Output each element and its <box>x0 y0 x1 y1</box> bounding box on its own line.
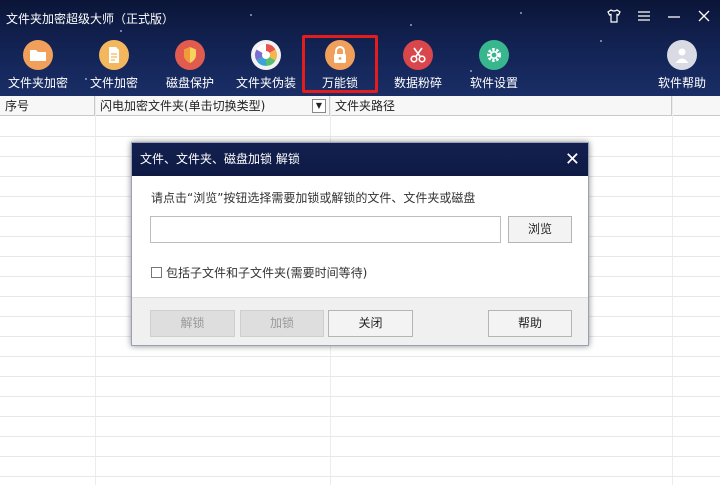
column-header-index[interactable]: 序号 <box>0 96 95 116</box>
lock-unlock-dialog: 文件、文件夹、磁盘加锁 解锁 ✕ 请点击“浏览”按钮选择需要加锁或解锁的文件、文… <box>131 142 589 346</box>
toolbar-label: 文件夹加密 <box>7 76 68 90</box>
user-icon <box>667 40 697 70</box>
grid-row-divider <box>0 136 720 137</box>
grid-row-divider <box>0 396 720 397</box>
dialog-body: 请点击“浏览”按钮选择需要加锁或解锁的文件、文件夹或磁盘 浏览 包括子文件和子文… <box>132 176 588 297</box>
include-subfolders-checkbox[interactable]: 包括子文件和子文件夹(需要时间等待) <box>151 264 367 281</box>
lock-button[interactable]: 加锁 <box>240 310 324 337</box>
toolbar-universal-lock[interactable]: 万能锁 <box>302 35 378 93</box>
toolbar-settings[interactable]: 软件设置 <box>456 40 532 91</box>
toolbar-label: 数据粉碎 <box>393 76 442 90</box>
disguise-icon <box>251 40 281 70</box>
grid-header: 序号 闪电加密文件夹(单击切换类型) ▼ 文件夹路径 <box>0 96 720 116</box>
chevron-down-icon[interactable]: ▼ <box>312 99 326 113</box>
toolbar-disk-protect[interactable]: 磁盘保护 <box>152 40 228 91</box>
menu-icon[interactable] <box>636 8 652 28</box>
padlock-icon <box>325 40 355 70</box>
toolbar-data-shred[interactable]: 数据粉碎 <box>380 40 456 91</box>
dialog-title: 文件、文件夹、磁盘加锁 解锁 <box>140 152 300 166</box>
dialog-hint: 请点击“浏览”按钮选择需要加锁或解锁的文件、文件夹或磁盘 <box>151 191 476 205</box>
toolbar-folder-encrypt[interactable]: 文件夹加密 <box>0 40 76 91</box>
grid-row-divider <box>0 416 720 417</box>
folder-lock-icon <box>23 40 53 70</box>
shield-icon <box>175 40 205 70</box>
toolbar-label: 文件夹伪装 <box>235 76 296 90</box>
grid-divider <box>95 96 96 485</box>
grid-row-divider <box>0 356 720 357</box>
help-button[interactable]: 帮助 <box>488 310 572 337</box>
toolbar-label: 磁盘保护 <box>165 76 214 90</box>
grid-row-divider <box>0 376 720 377</box>
window-controls <box>606 8 712 28</box>
close-icon[interactable]: ✕ <box>565 143 580 176</box>
grid-row-divider <box>0 436 720 437</box>
dialog-footer: 解锁 加锁 关闭 帮助 <box>132 297 588 345</box>
checkbox-label: 包括子文件和子文件夹(需要时间等待) <box>166 266 368 280</box>
shirt-icon[interactable] <box>606 8 622 28</box>
browse-button[interactable]: 浏览 <box>508 216 572 243</box>
toolbar-label: 软件帮助 <box>657 76 706 90</box>
checkbox-box[interactable] <box>151 267 162 278</box>
unlock-button[interactable]: 解锁 <box>150 310 235 337</box>
toolbar-label: 文件加密 <box>89 76 138 90</box>
dialog-title-bar: 文件、文件夹、磁盘加锁 解锁 ✕ <box>132 143 588 176</box>
title-bar: 文件夹加密超级大师（正式版） 文件夹加密 文件加密 磁盘保护 文件夹伪装 万能锁… <box>0 0 720 96</box>
grid-row-divider <box>0 476 720 477</box>
file-lock-icon <box>99 40 129 70</box>
toolbar-folder-disguise[interactable]: 文件夹伪装 <box>228 40 304 91</box>
column-header-encrypt-type[interactable]: 闪电加密文件夹(单击切换类型) <box>95 96 330 116</box>
minimize-icon[interactable] <box>666 8 682 28</box>
close-icon[interactable] <box>696 8 712 28</box>
grid-row-divider <box>0 456 720 457</box>
column-header-path[interactable]: 文件夹路径 <box>330 96 672 116</box>
toolbar-help[interactable]: 软件帮助 <box>644 40 720 91</box>
grid-divider <box>672 96 673 485</box>
app-title: 文件夹加密超级大师（正式版） <box>6 12 175 26</box>
gear-icon <box>479 40 509 70</box>
toolbar-label: 软件设置 <box>469 76 518 90</box>
scissors-icon <box>403 40 433 70</box>
close-button[interactable]: 关闭 <box>328 310 413 337</box>
toolbar-label: 万能锁 <box>321 76 358 90</box>
path-input[interactable] <box>150 216 501 243</box>
toolbar-file-encrypt[interactable]: 文件加密 <box>76 40 152 91</box>
